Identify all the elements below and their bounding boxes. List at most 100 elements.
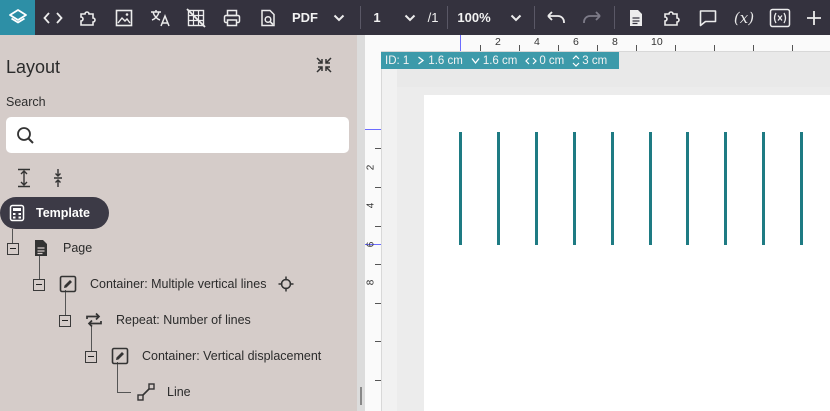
ruler-tick bbox=[375, 341, 381, 343]
search-icon bbox=[17, 127, 34, 144]
export-format-label: PDF bbox=[292, 10, 318, 25]
tree-connector bbox=[12, 229, 13, 243]
grid-off-button[interactable] bbox=[178, 0, 214, 35]
calculator-icon bbox=[9, 204, 25, 222]
ruler-label: 6 bbox=[573, 36, 579, 48]
vertical-line[interactable] bbox=[724, 132, 728, 245]
zoom-select[interactable]: 100% bbox=[452, 0, 528, 35]
puzzle-icon bbox=[664, 10, 680, 26]
layers-button[interactable] bbox=[0, 0, 35, 35]
translate-icon bbox=[151, 9, 170, 26]
collapse-panel-button[interactable] bbox=[313, 54, 335, 76]
vertical-line[interactable] bbox=[534, 132, 538, 245]
plus-icon bbox=[807, 10, 821, 25]
image-icon bbox=[115, 9, 133, 26]
ruler-position-marker bbox=[460, 35, 461, 51]
toolbar-divider bbox=[534, 6, 535, 29]
expand-all-button[interactable] bbox=[15, 167, 33, 189]
search-input[interactable] bbox=[42, 123, 344, 149]
y-value: 3 cm bbox=[582, 54, 608, 67]
toolbar-divider bbox=[614, 6, 615, 29]
undo-button[interactable] bbox=[538, 0, 574, 35]
tree-item-page[interactable]: Page bbox=[33, 236, 92, 260]
tree-item-repeat[interactable]: Repeat: Number of lines bbox=[85, 308, 251, 332]
height-value: 1.6 cm bbox=[482, 54, 518, 67]
ruler-label: 2 bbox=[495, 36, 501, 48]
function-box-icon bbox=[769, 8, 791, 27]
width-icon bbox=[418, 56, 425, 65]
image-button[interactable] bbox=[106, 0, 142, 35]
tree-item-label: Repeat: Number of lines bbox=[116, 313, 251, 327]
ruler-tick bbox=[791, 45, 793, 51]
export-format-select[interactable]: PDF bbox=[286, 0, 352, 35]
vertical-line[interactable] bbox=[572, 132, 576, 245]
y-info: 3 cm bbox=[572, 55, 607, 67]
tree-item-container-displacement[interactable]: Container: Vertical displacement bbox=[111, 344, 321, 368]
tree-item-line[interactable]: Line bbox=[137, 380, 191, 404]
tree-item-label: Page bbox=[63, 241, 93, 255]
horizontal-arrows-icon bbox=[525, 57, 538, 64]
horizontal-ruler: 2 4 6 8 10 bbox=[381, 35, 830, 52]
preview-button[interactable] bbox=[250, 0, 286, 35]
edit-icon bbox=[111, 347, 129, 365]
vertical-line[interactable] bbox=[496, 132, 500, 245]
extensions-button[interactable] bbox=[654, 0, 690, 35]
ruler-tick bbox=[713, 45, 715, 51]
edit-icon bbox=[59, 275, 77, 293]
ruler-tick bbox=[479, 45, 481, 51]
vertical-arrows-icon bbox=[572, 54, 580, 67]
ruler-tick bbox=[635, 45, 637, 51]
redo-icon bbox=[583, 10, 601, 23]
plugin-button[interactable] bbox=[70, 0, 106, 35]
redo-button[interactable] bbox=[574, 0, 610, 35]
ruler-tick bbox=[752, 45, 754, 51]
vertical-line[interactable] bbox=[648, 132, 652, 245]
tree-item-container-lines[interactable]: Container: Multiple vertical lines bbox=[59, 272, 294, 296]
height-info: 1.6 cm bbox=[471, 54, 518, 67]
collapse-toggle[interactable] bbox=[59, 315, 71, 327]
panel-splitter[interactable] bbox=[357, 35, 365, 411]
target-icon bbox=[278, 276, 294, 292]
toolbar-divider bbox=[447, 6, 448, 29]
file-search-icon bbox=[261, 9, 275, 26]
collapse-all-button[interactable] bbox=[49, 167, 67, 189]
collapse-toggle[interactable] bbox=[7, 243, 19, 255]
page-select[interactable]: 1 bbox=[366, 0, 424, 35]
splitter-grip bbox=[360, 387, 362, 405]
repeat-icon bbox=[86, 312, 102, 328]
ruler-tick bbox=[674, 45, 676, 51]
variables-button[interactable]: (x) bbox=[726, 0, 762, 35]
code-button[interactable] bbox=[36, 0, 70, 35]
collapse-toggle[interactable] bbox=[33, 279, 45, 291]
vertical-line[interactable] bbox=[459, 132, 462, 245]
translate-button[interactable] bbox=[142, 0, 178, 35]
comment-button[interactable] bbox=[690, 0, 726, 35]
ruler-label: 10 bbox=[651, 36, 663, 48]
ruler-tick bbox=[557, 45, 559, 51]
design-canvas[interactable]: 2 4 6 8 10 2 4 6 8 ID: 1 1.6 cm 1.6 cm 0 cm 3 c… bbox=[365, 35, 830, 411]
vertical-line[interactable] bbox=[762, 132, 766, 245]
vertical-line[interactable] bbox=[686, 132, 690, 245]
ruler-label: 2 bbox=[365, 164, 377, 170]
ruler-tick bbox=[375, 379, 381, 381]
add-button[interactable] bbox=[798, 0, 830, 35]
comment-icon bbox=[699, 9, 717, 26]
x-info: 0 cm bbox=[525, 55, 564, 67]
ruler-label: 8 bbox=[612, 36, 618, 48]
chevron-down-icon bbox=[333, 14, 345, 21]
collapse-vertical-icon bbox=[54, 169, 62, 187]
report-page[interactable] bbox=[424, 95, 830, 411]
expand-vertical-icon bbox=[18, 168, 30, 188]
panel-title: Layout bbox=[6, 57, 61, 77]
collapse-toggle[interactable] bbox=[85, 351, 97, 363]
ruler-label: 8 bbox=[365, 280, 377, 286]
document-button[interactable] bbox=[618, 0, 654, 35]
template-node[interactable]: Template bbox=[0, 197, 109, 229]
ruler-label: 6 bbox=[365, 241, 377, 248]
vertical-line[interactable] bbox=[610, 132, 614, 245]
print-button[interactable] bbox=[214, 0, 250, 35]
function-button[interactable] bbox=[762, 0, 798, 35]
chevron-down-icon bbox=[404, 14, 415, 21]
ruler-tick bbox=[375, 148, 381, 150]
vertical-line[interactable] bbox=[800, 132, 804, 245]
